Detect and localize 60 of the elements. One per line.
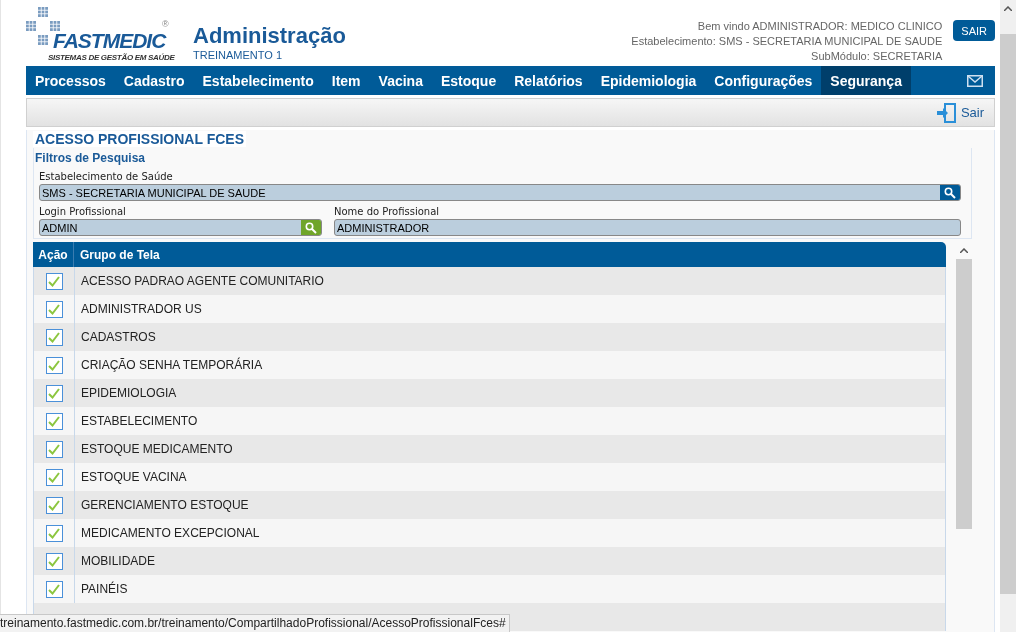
field-label: Nome do Profissional [334, 206, 440, 218]
checkbox[interactable] [45, 412, 63, 430]
search-icon[interactable] [940, 185, 960, 200]
nav-menu-item[interactable]: Epidemiologia [591, 66, 706, 95]
scroll-up-icon[interactable] [1004, 6, 1012, 11]
user-info-line: Bem vindo ADMINISTRADOR: MEDICO CLINICO [696, 19, 943, 34]
table-cell-text: MOBILIDADE [80, 553, 155, 570]
logout-button[interactable]: SAIR [953, 20, 995, 41]
checkbox[interactable] [45, 356, 63, 374]
checkbox[interactable] [45, 524, 63, 542]
table-cell-text: CRIAÇÃO SENHA TEMPORÁRIA [80, 356, 263, 374]
table-cell-text: MEDICAMENTO EXCEPCIONAL [80, 525, 260, 542]
status-bar-url: treinamento.fastmedic.com.br/treinamento/CompartilhadoProfissional/AcessoProfissionalFces# [0, 614, 510, 632]
filter-title: Filtros de Pesquisa [35, 151, 146, 165]
table-cell-text: ESTOQUE MEDICAMENTO [80, 441, 233, 458]
checkbox[interactable] [45, 384, 63, 402]
nav-menu-item[interactable]: Vacina [369, 66, 432, 95]
user-info-line: Estabelecimento: SMS - SECRETARIA MUNICIPAL DE SAUDE [631, 34, 943, 49]
nav-menu-item[interactable]: Cadastro [114, 66, 194, 95]
nav-menu-item[interactable]: Item [322, 66, 370, 95]
login-field[interactable]: ADMIN [39, 219, 322, 236]
checkbox[interactable] [45, 580, 63, 598]
logo-wordmark: FASTMEDIC [53, 28, 166, 53]
table-cell-text: EPIDEMIOLOGIA [80, 385, 177, 402]
professional-name-field[interactable]: ADMINISTRADOR [334, 219, 961, 236]
table-cell-text: ADMINISTRADOR US [80, 301, 202, 318]
nav-menu-item[interactable]: Estabelecimento [193, 66, 323, 95]
mail-icon[interactable] [967, 74, 983, 87]
checkbox[interactable] [45, 496, 63, 514]
exit-button[interactable]: Sair [936, 102, 984, 123]
logo-tagline: SISTEMAS DE GESTÃO EM SAÚDE [48, 53, 175, 62]
checkbox[interactable] [45, 468, 63, 486]
page-title: Administração [193, 23, 346, 49]
establishment-field[interactable]: SMS - SECRETARIA MUNICIPAL DE SAUDE [39, 184, 961, 201]
environment-label: TREINAMENTO 1 [193, 49, 284, 61]
table-cell-text: PAINÉIS [80, 580, 128, 598]
checkbox[interactable] [45, 300, 63, 318]
user-info-line: SubMódulo: SECRETARIA [810, 49, 943, 64]
search-icon[interactable] [301, 220, 321, 235]
nav-menu-item[interactable]: Estoque [431, 66, 506, 95]
nav-menu-item[interactable]: Segurança [821, 66, 911, 95]
registered-mark: ® [162, 19, 169, 29]
section-title: ACESSO PROFISSIONAL FCES [33, 131, 246, 147]
nav-menu-item[interactable]: Processos [26, 66, 115, 95]
nav-menu-item[interactable]: Relatórios [505, 66, 592, 95]
page-scrollbar[interactable] [1000, 0, 1016, 632]
checkbox[interactable] [45, 440, 63, 458]
field-label: Estabelecimento de Saúde [39, 171, 173, 183]
field-label: Login Profissional [39, 206, 126, 218]
scroll-up-icon[interactable] [960, 248, 968, 253]
nav-menu-item[interactable]: Configurações [705, 66, 822, 95]
table-cell-text: GERENCIAMENTO ESTOQUE [80, 497, 249, 514]
table-cell-text: ESTOQUE VACINA [80, 469, 187, 486]
column-header: Grupo de Tela [79, 246, 160, 264]
table-cell-text: ACESSO PADRAO AGENTE COMUNITARIO [80, 273, 324, 290]
checkbox[interactable] [45, 272, 63, 290]
checkbox[interactable] [45, 552, 63, 570]
table-cell-text: ESTABELECIMENTO [80, 413, 198, 430]
table-cell-text: CADASTROS [80, 329, 156, 346]
checkbox[interactable] [45, 328, 63, 346]
